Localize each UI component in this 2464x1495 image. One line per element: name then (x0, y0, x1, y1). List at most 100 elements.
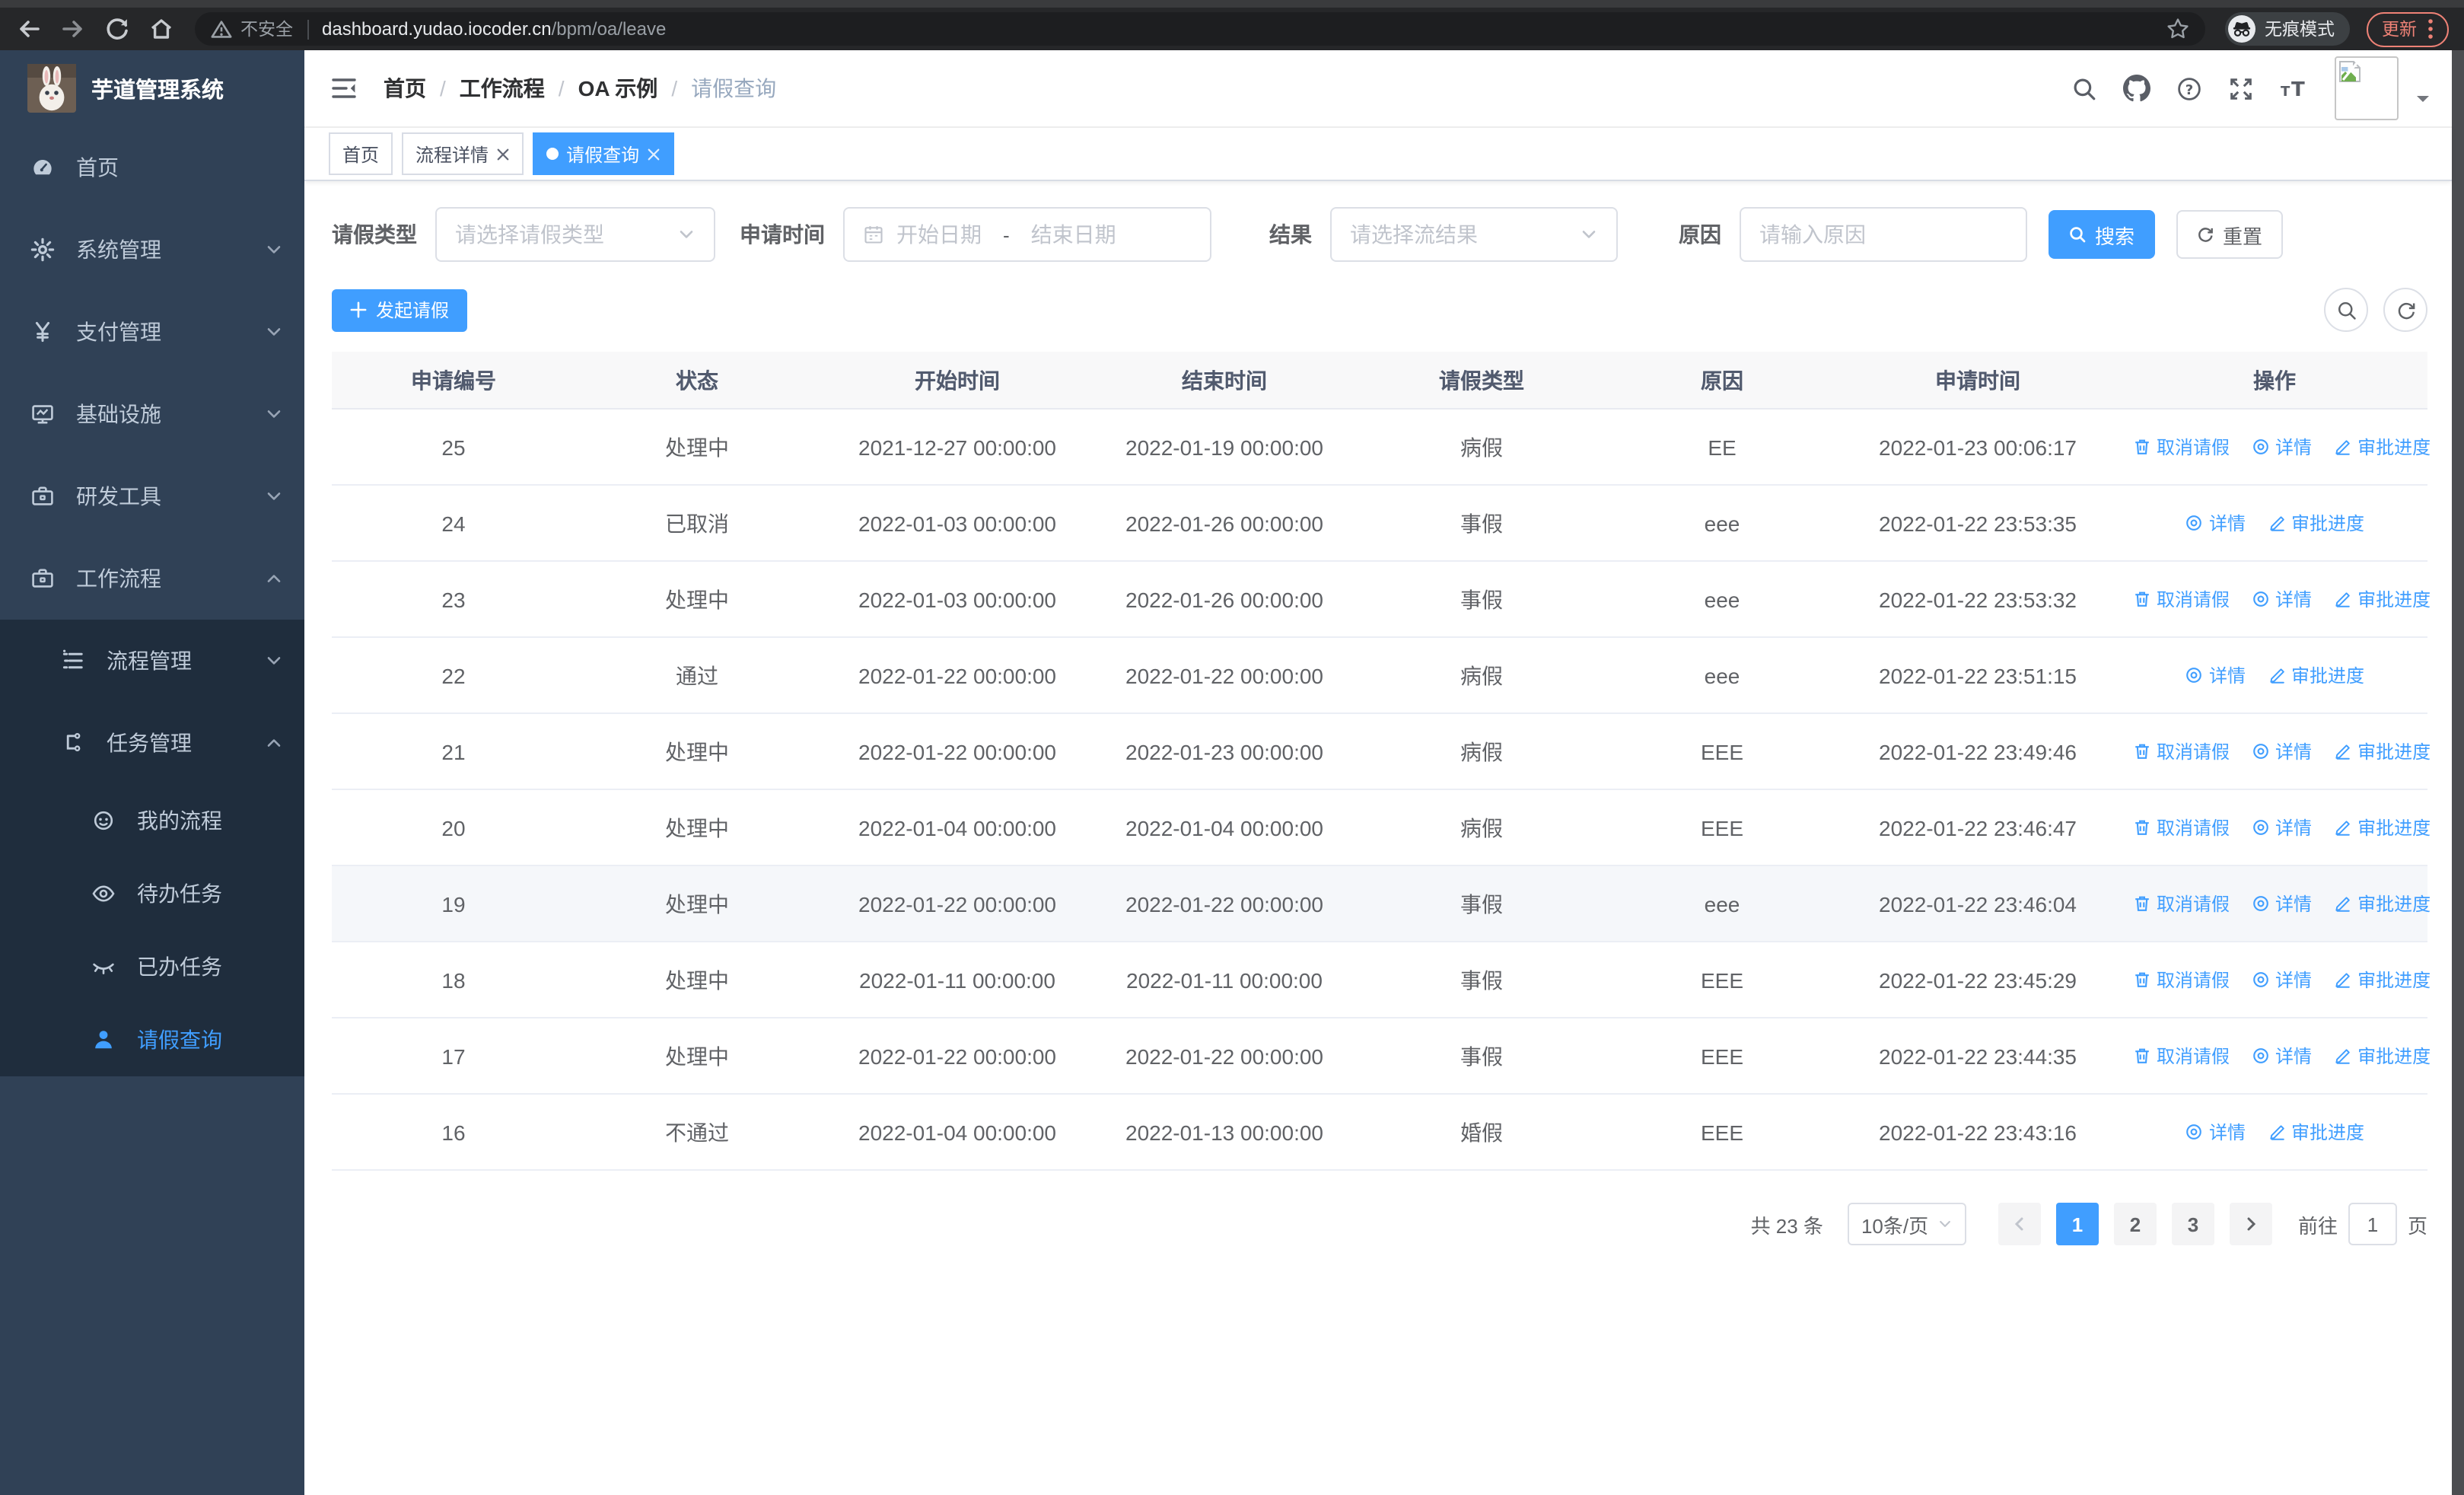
detail-link[interactable]: 详情 (2251, 890, 2312, 916)
cancel-leave-link[interactable]: 取消请假 (2132, 814, 2230, 840)
approval-progress-link[interactable]: 审批进度 (2333, 890, 2431, 916)
approval-progress-link[interactable]: 审批进度 (2333, 814, 2431, 840)
tab-item[interactable]: 流程详情 (402, 132, 524, 175)
detail-link[interactable]: 详情 (2185, 1118, 2246, 1144)
table-cell: 2022-01-19 00:00:00 (1096, 409, 1353, 486)
breadcrumb-item[interactable]: 首页 (384, 73, 426, 104)
search-icon[interactable] (2071, 75, 2097, 101)
address-bar[interactable]: 不安全 dashboard.yudao.iocoder.cn /bpm/oa/l… (195, 12, 2205, 46)
browser-update-button[interactable]: 更新 (2367, 11, 2449, 46)
browser-scrollbar[interactable] (2452, 50, 2464, 1495)
detail-link[interactable]: 详情 (2251, 585, 2312, 611)
sidebar-item[interactable]: 支付管理 (0, 291, 304, 373)
cancel-leave-link[interactable]: 取消请假 (2132, 433, 2230, 459)
approval-progress-link[interactable]: 审批进度 (2267, 509, 2364, 535)
refresh-icon (2197, 225, 2215, 244)
close-icon[interactable] (647, 147, 661, 161)
avatar-caret-icon[interactable] (2415, 91, 2431, 107)
sidebar-collapse-icon[interactable] (329, 73, 359, 104)
table-cell: 2022-01-22 23:53:32 (1834, 561, 2122, 638)
detail-link[interactable]: 详情 (2185, 509, 2246, 535)
cancel-leave-link[interactable]: 取消请假 (2132, 738, 2230, 763)
sidebar-item-label: 我的流程 (137, 808, 222, 833)
apply-time-range-picker[interactable]: 开始日期 - 结束日期 (843, 207, 1211, 262)
browser-back-icon[interactable] (15, 15, 43, 43)
approval-progress-link[interactable]: 审批进度 (2333, 585, 2431, 611)
security-label[interactable]: 不安全 (240, 17, 293, 41)
approval-progress-link[interactable]: 审批进度 (2267, 661, 2364, 687)
pagination: 共 23 条 10条/页 123 前往 1 页 (332, 1203, 2427, 1245)
help-icon[interactable]: ? (2176, 75, 2202, 101)
approval-progress-link[interactable]: 审批进度 (2333, 738, 2431, 763)
prev-page-button[interactable] (1998, 1203, 2041, 1245)
font-size-icon[interactable]: TT (2280, 76, 2309, 100)
approval-progress-link[interactable]: 审批进度 (2333, 966, 2431, 992)
refresh-table-button[interactable] (2383, 288, 2427, 332)
start-date-input[interactable]: 开始日期 (896, 219, 982, 250)
table-cell: 2022-01-26 00:00:00 (1096, 561, 1353, 638)
detail-link[interactable]: 详情 (2251, 738, 2312, 763)
top-navbar: 首页 / 工作流程 / OA 示例 / 请假查询 ? TT (304, 50, 2452, 128)
app-logo[interactable]: 芋道管理系统 (0, 50, 304, 126)
cancel-leave-link[interactable]: 取消请假 (2132, 890, 2230, 916)
github-icon[interactable] (2123, 75, 2150, 102)
sidebar-item[interactable]: 待办任务 (0, 857, 304, 930)
browser-menu-icon[interactable] (2427, 18, 2434, 40)
sidebar-item[interactable]: 我的流程 (0, 784, 304, 857)
jump-page-input[interactable]: 1 (2348, 1203, 2397, 1245)
cancel-leave-link[interactable]: 取消请假 (2132, 1042, 2230, 1068)
bookmark-star-icon[interactable] (2166, 17, 2190, 41)
flow-icon (61, 649, 85, 673)
sidebar-item[interactable]: 首页 (0, 126, 304, 209)
sidebar-item[interactable]: 基础设施 (0, 373, 304, 455)
avatar[interactable] (2335, 56, 2399, 120)
cancel-leave-link[interactable]: 取消请假 (2132, 585, 2230, 611)
reason-input[interactable]: 请输入原因 (1740, 207, 2027, 262)
page-button[interactable]: 2 (2113, 1203, 2157, 1245)
sidebar-item[interactable]: 工作流程 (0, 537, 304, 620)
detail-link[interactable]: 详情 (2185, 661, 2246, 687)
cancel-leave-link[interactable]: 取消请假 (2132, 966, 2230, 992)
detail-link[interactable]: 详情 (2251, 814, 2312, 840)
breadcrumb-item[interactable]: 工作流程 (460, 73, 545, 104)
end-date-input[interactable]: 结束日期 (1031, 219, 1116, 250)
incognito-badge: 无痕模式 (2225, 12, 2350, 46)
edit-icon (2333, 893, 2353, 913)
svg-text:T: T (2281, 84, 2291, 100)
browser-reload-icon[interactable] (103, 15, 131, 43)
page-size-select[interactable]: 10条/页 (1847, 1203, 1966, 1245)
sidebar-item[interactable]: 请假查询 (0, 1003, 304, 1076)
fullscreen-icon[interactable] (2228, 75, 2254, 101)
page-button[interactable]: 1 (2055, 1203, 2099, 1245)
sidebar-item[interactable]: 任务管理 (0, 702, 304, 784)
approval-progress-link[interactable]: 审批进度 (2333, 433, 2431, 459)
leave-type-select[interactable]: 请选择请假类型 (435, 207, 715, 262)
sidebar-item-label: 研发工具 (76, 484, 161, 508)
breadcrumb-item[interactable]: OA 示例 (578, 73, 658, 104)
approval-progress-link[interactable]: 审批进度 (2333, 1042, 2431, 1068)
browser-home-icon[interactable] (148, 15, 175, 43)
next-page-button[interactable] (2229, 1203, 2272, 1245)
sidebar-item[interactable]: 研发工具 (0, 455, 304, 537)
page-button[interactable]: 3 (2171, 1203, 2214, 1245)
search-button[interactable]: 搜索 (2049, 210, 2155, 259)
sidebar-item[interactable]: 流程管理 (0, 620, 304, 702)
total-count: 共 23 条 (1750, 1214, 1823, 1237)
detail-link[interactable]: 详情 (2251, 1042, 2312, 1068)
tab-active[interactable]: 请假查询 (533, 132, 675, 175)
approval-progress-link[interactable]: 审批进度 (2267, 1118, 2364, 1144)
tab-item[interactable]: 首页 (329, 132, 393, 175)
toggle-search-button[interactable] (2324, 288, 2368, 332)
detail-link[interactable]: 详情 (2251, 433, 2312, 459)
dashboard-icon (30, 155, 55, 180)
sidebar-item[interactable]: 已办任务 (0, 930, 304, 1003)
sidebar-item[interactable]: 系统管理 (0, 209, 304, 291)
create-leave-button[interactable]: 发起请假 (332, 288, 468, 331)
close-icon[interactable] (496, 147, 510, 161)
detail-link[interactable]: 详情 (2251, 966, 2312, 992)
result-select[interactable]: 请选择流结果 (1330, 207, 1618, 262)
reset-button[interactable]: 重置 (2176, 210, 2283, 259)
chevron-down-icon (677, 225, 696, 244)
browser-forward-icon[interactable] (59, 15, 87, 43)
chevron-down (265, 652, 283, 670)
